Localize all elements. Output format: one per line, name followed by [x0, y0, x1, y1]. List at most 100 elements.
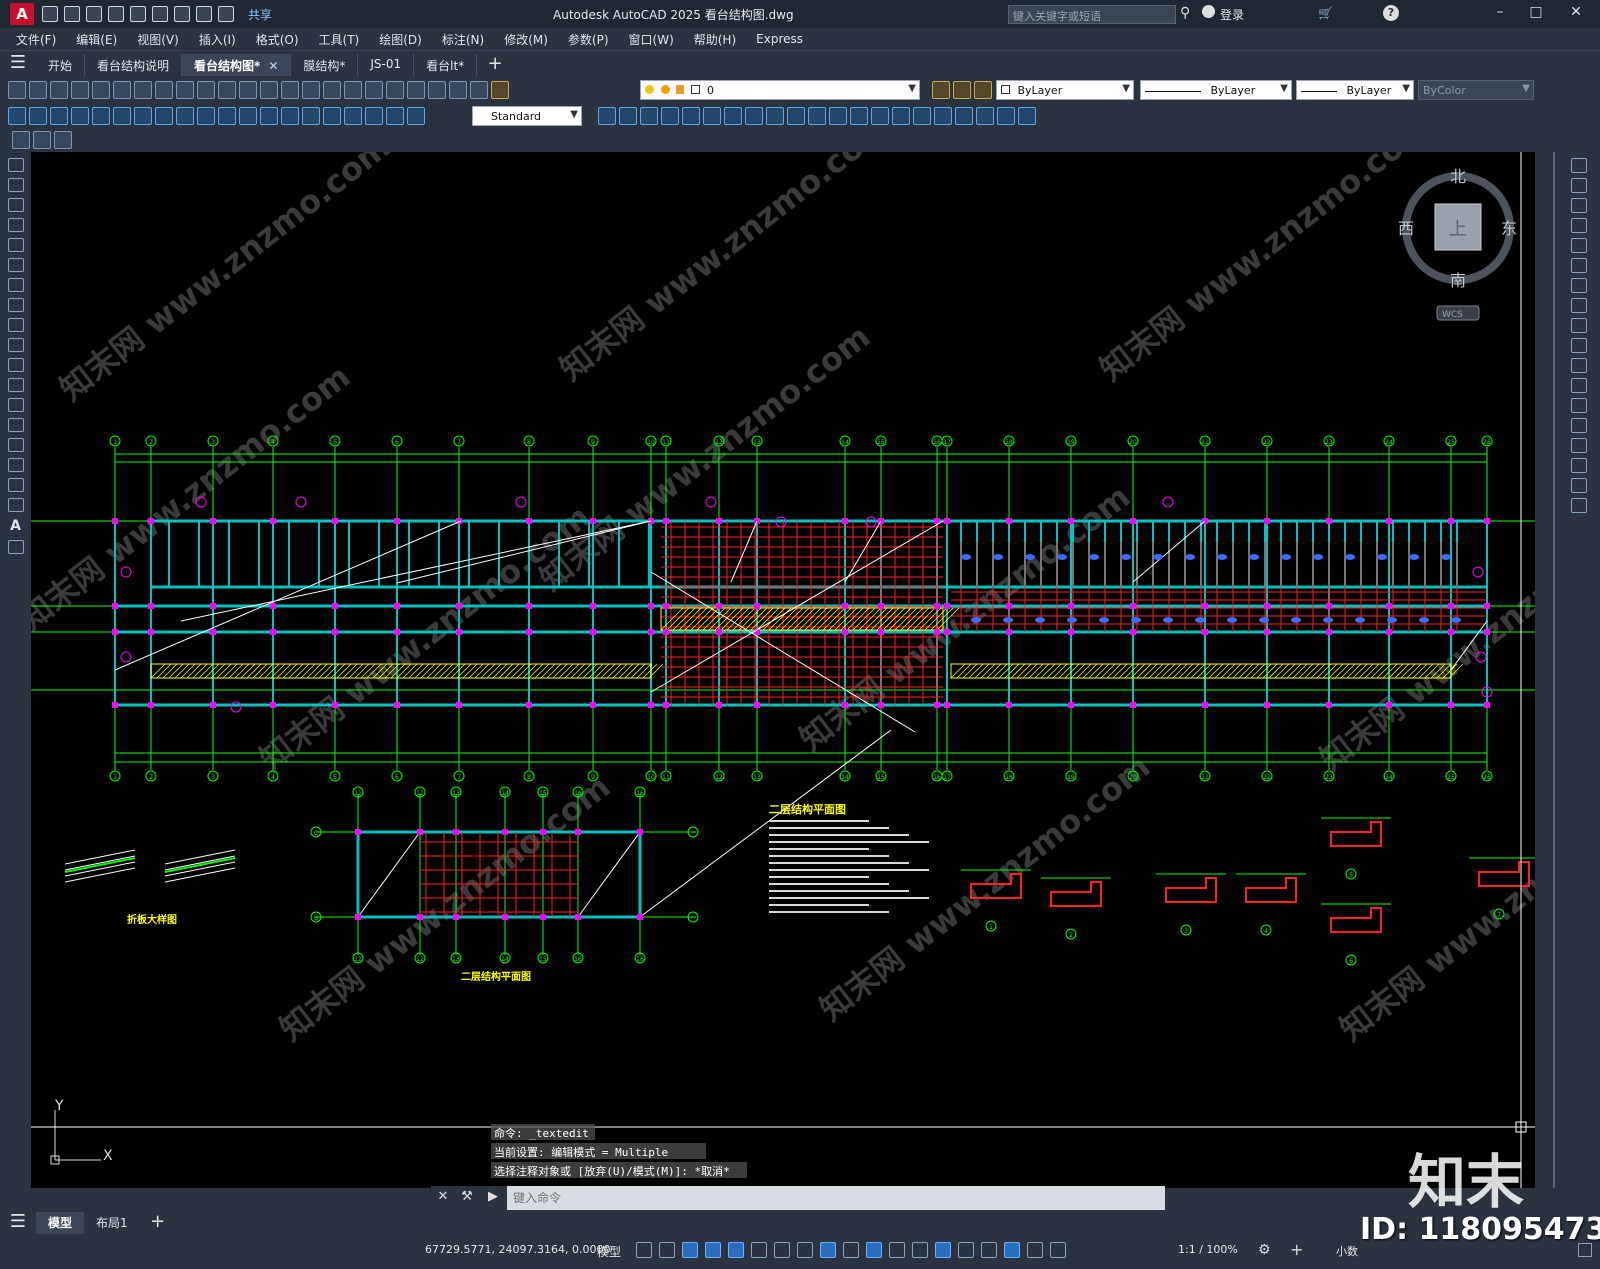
mesh-icon[interactable]: [955, 107, 973, 125]
cut-icon[interactable]: [155, 81, 173, 99]
plot-tool-icon[interactable]: [71, 81, 89, 99]
new-tab-button[interactable]: +: [477, 54, 513, 76]
user-icon[interactable]: [1202, 5, 1215, 18]
mirror-icon[interactable]: [1571, 198, 1587, 213]
move-icon[interactable]: [1571, 258, 1587, 273]
selection-filter-icon[interactable]: [958, 1242, 974, 1258]
block-editor-icon[interactable]: [12, 131, 30, 149]
chamfer-icon[interactable]: [1571, 438, 1587, 453]
menu-edit[interactable]: 编辑(E): [76, 31, 117, 48]
customize-icon[interactable]: ⚒: [455, 1186, 479, 1210]
redo-tool-icon[interactable]: [260, 81, 278, 99]
drawing-svg[interactable]: 知末网 www.znzmo.com 知末网 www.znzmo.com 知末网 ww…: [31, 152, 1535, 1188]
view-icon[interactable]: [997, 107, 1015, 125]
make-block-icon[interactable]: [7, 398, 24, 412]
pyramid-icon[interactable]: [745, 107, 763, 125]
loft-icon[interactable]: [829, 107, 847, 125]
region-icon[interactable]: [7, 478, 24, 492]
cone-icon[interactable]: [682, 107, 700, 125]
menu-dimension[interactable]: 标注(N): [442, 31, 484, 48]
close-command-icon[interactable]: ✕: [431, 1186, 455, 1210]
dim-break-icon[interactable]: [260, 107, 278, 125]
login-button[interactable]: 登录: [1220, 6, 1244, 23]
calculator-icon[interactable]: [449, 81, 467, 99]
scale-icon[interactable]: [1571, 298, 1587, 313]
object-snap-tracking-icon[interactable]: [797, 1242, 813, 1258]
jogged-linear-icon[interactable]: [344, 107, 362, 125]
tab-model[interactable]: 模型: [36, 1212, 85, 1234]
menu-express[interactable]: Express: [756, 32, 803, 46]
web-save-icon[interactable]: [152, 6, 168, 22]
aligned-dim-icon[interactable]: [29, 107, 47, 125]
quick-dim-icon[interactable]: [176, 107, 194, 125]
properties-icon[interactable]: [365, 81, 383, 99]
chevron-down-icon[interactable]: ▼: [1522, 83, 1530, 94]
infer-constraints-icon[interactable]: [682, 1242, 698, 1258]
circle-icon[interactable]: [7, 278, 24, 292]
union-icon[interactable]: [850, 107, 868, 125]
linear-dim-icon[interactable]: [8, 107, 26, 125]
coordinates-readout[interactable]: 67729.5771, 24097.3164, 0.0000: [425, 1243, 610, 1256]
compass-north[interactable]: 北: [1450, 167, 1466, 186]
open-file-icon[interactable]: [64, 6, 80, 22]
menu-insert[interactable]: 插入(I): [199, 31, 236, 48]
compass-east[interactable]: 东: [1501, 219, 1517, 238]
lightbulb-icon[interactable]: [645, 85, 654, 94]
search-icon[interactable]: ⚲: [1180, 5, 1190, 21]
tab-layout1[interactable]: 布局1: [84, 1212, 140, 1234]
menu-hamburger-icon[interactable]: ☰: [0, 52, 36, 76]
extend-icon[interactable]: [1571, 358, 1587, 373]
gizmo-icon[interactable]: [981, 1242, 997, 1258]
paste-icon[interactable]: [197, 81, 215, 99]
trim-icon[interactable]: [1571, 338, 1587, 353]
menu-window[interactable]: 窗口(W): [629, 31, 674, 48]
zoom-realtime-icon[interactable]: [302, 81, 320, 99]
menu-tools[interactable]: 工具(T): [319, 31, 360, 48]
polar-icon[interactable]: [751, 1242, 767, 1258]
tab-js01[interactable]: JS-01: [358, 54, 415, 76]
wedge-icon[interactable]: [703, 107, 721, 125]
plot-icon[interactable]: [174, 6, 190, 22]
jogged-icon[interactable]: [113, 107, 131, 125]
line-icon[interactable]: [7, 158, 24, 172]
ucs-icon[interactable]: [976, 107, 994, 125]
inspection-icon[interactable]: [323, 107, 341, 125]
tab-stand-lt[interactable]: 看台lt*: [414, 54, 478, 76]
layout-menu-icon[interactable]: ☰: [0, 1211, 36, 1235]
copy-object-icon[interactable]: [1571, 178, 1587, 193]
make-current-icon[interactable]: [932, 81, 950, 99]
qnew-icon[interactable]: [8, 81, 26, 99]
compass-west[interactable]: 西: [1398, 219, 1414, 238]
menu-modify[interactable]: 修改(M): [504, 31, 548, 48]
mtext-icon[interactable]: A: [10, 518, 21, 534]
dynamic-input-icon[interactable]: [705, 1242, 721, 1258]
join-icon[interactable]: [1571, 418, 1587, 433]
attribute-icon[interactable]: [33, 131, 51, 149]
open-icon[interactable]: [29, 81, 47, 99]
tab-structure-notes[interactable]: 看台结构说明: [85, 54, 183, 76]
color-dropdown[interactable]: ByLayer ▼: [996, 80, 1134, 100]
slice-icon[interactable]: [913, 107, 931, 125]
explode-icon[interactable]: [1571, 498, 1587, 513]
text-style-dropdown[interactable]: Standard ▼: [472, 106, 582, 126]
units-value[interactable]: 小数: [1336, 1243, 1358, 1259]
3d-osnap-icon[interactable]: [912, 1242, 928, 1258]
new-layout-button[interactable]: +: [140, 1212, 176, 1234]
orbit-icon[interactable]: [1018, 107, 1036, 125]
drawing-canvas[interactable]: 知末网 www.znzmo.com 知末网 www.znzmo.com 知末网 ww…: [31, 152, 1535, 1188]
chevron-down-icon[interactable]: ▼: [570, 109, 578, 120]
isometric-icon[interactable]: [774, 1242, 790, 1258]
auto-scale-icon[interactable]: [1027, 1242, 1043, 1258]
diameter-icon[interactable]: [134, 107, 152, 125]
insert-block-icon[interactable]: [7, 378, 24, 392]
rectangle-icon[interactable]: [7, 238, 24, 252]
dim-text-edit-icon[interactable]: [386, 107, 404, 125]
arc-icon[interactable]: [7, 258, 24, 272]
close-tab-icon[interactable]: ✕: [268, 59, 278, 73]
tab-membrane[interactable]: 膜结构*: [291, 54, 359, 76]
radius-icon[interactable]: [92, 107, 110, 125]
help-icon[interactable]: ?: [1383, 5, 1399, 21]
search-input[interactable]: 键入关键字或短语: [1008, 5, 1176, 24]
offset-icon[interactable]: [1571, 218, 1587, 233]
chevron-down-icon[interactable]: ▼: [908, 83, 916, 94]
